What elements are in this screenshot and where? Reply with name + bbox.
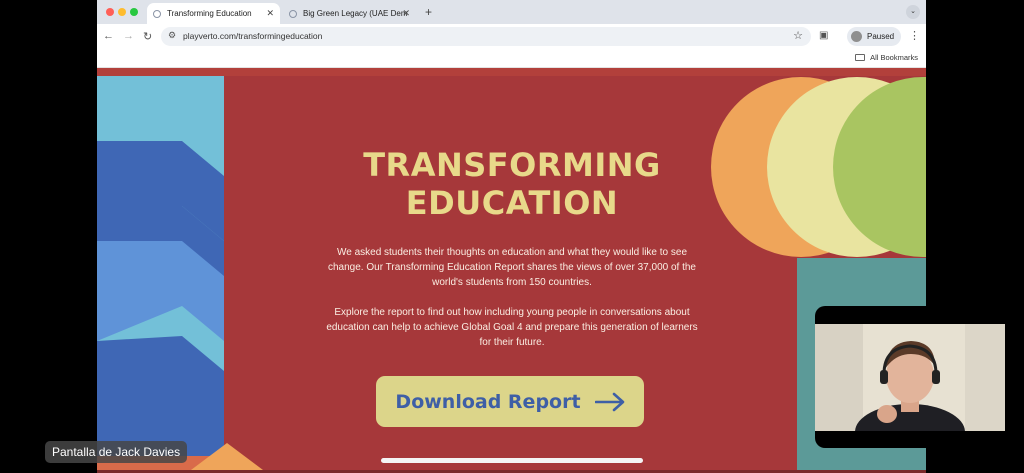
participant-photo bbox=[815, 324, 1005, 431]
reload-icon[interactable]: ↻ bbox=[143, 30, 152, 43]
explore-paragraph: Explore the report to find out how inclu… bbox=[326, 307, 698, 348]
site-info-icon[interactable]: ⚙ bbox=[168, 30, 176, 41]
arrow-right-icon bbox=[594, 392, 624, 411]
close-window-button[interactable] bbox=[106, 8, 114, 16]
avatar bbox=[851, 31, 862, 42]
close-icon[interactable]: ✕ bbox=[402, 8, 410, 19]
top-band bbox=[97, 68, 926, 76]
minimize-window-button[interactable] bbox=[118, 8, 126, 16]
chevron-pattern-graphic bbox=[97, 141, 224, 473]
chevron-down-icon[interactable]: ⌄ bbox=[906, 5, 920, 19]
all-bookmarks-button[interactable]: All Bookmarks bbox=[855, 53, 918, 62]
profile-button[interactable]: Paused bbox=[847, 27, 901, 46]
zoom-window-button[interactable] bbox=[130, 8, 138, 16]
all-bookmarks-label: All Bookmarks bbox=[870, 53, 918, 62]
profile-status: Paused bbox=[867, 32, 895, 41]
tab-label: Big Green Legacy (UAE Dem bbox=[303, 9, 408, 18]
close-icon[interactable]: ✕ bbox=[266, 8, 274, 19]
tab-big-green-legacy[interactable]: Big Green Legacy (UAE Dem ✕ bbox=[283, 3, 416, 24]
new-tab-button[interactable]: + bbox=[425, 5, 432, 19]
globe-icon bbox=[153, 9, 161, 18]
title-line-1: TRANSFORMING bbox=[363, 146, 661, 184]
star-icon[interactable]: ☆ bbox=[793, 29, 803, 42]
page-title: TRANSFORMING EDUCATION bbox=[292, 146, 732, 222]
bookmarks-bar: All Bookmarks bbox=[97, 49, 926, 68]
intro-paragraph: We asked students their thoughts on educ… bbox=[328, 247, 696, 288]
tab-transforming-education[interactable]: Transforming Education ✕ bbox=[147, 3, 280, 24]
download-report-label: Download Report bbox=[395, 390, 581, 413]
url-text[interactable]: playverto.com/transformingeducation bbox=[183, 31, 322, 41]
tab-label: Transforming Education bbox=[167, 9, 252, 18]
decorative-arrow-panel bbox=[97, 76, 224, 473]
decorative-corner-graphic bbox=[187, 443, 267, 473]
browser-window: Transforming Education ✕ Big Green Legac… bbox=[97, 0, 926, 473]
globe-icon bbox=[289, 9, 297, 18]
screen-share-label: Pantalla de Jack Davies bbox=[45, 441, 188, 463]
participant-video-feed bbox=[815, 324, 1005, 431]
address-bar: ← → ↻ ⚙ playverto.com/transformingeducat… bbox=[97, 24, 926, 49]
horizontal-scrollbar[interactable] bbox=[381, 458, 643, 463]
url-field[interactable]: ⚙ playverto.com/transformingeducation ☆ bbox=[161, 27, 811, 46]
page-content: TRANSFORMING EDUCATION We asked students… bbox=[97, 68, 926, 473]
tab-bar: Transforming Education ✕ Big Green Legac… bbox=[97, 0, 926, 24]
forward-icon[interactable]: → bbox=[123, 30, 134, 42]
title-line-2: EDUCATION bbox=[405, 184, 619, 222]
download-report-button[interactable]: Download Report bbox=[376, 376, 644, 427]
back-icon[interactable]: ← bbox=[103, 30, 114, 42]
folder-icon bbox=[855, 54, 866, 61]
participant-video-tile[interactable] bbox=[815, 306, 1024, 448]
meeting-stage: Transforming Education ✕ Big Green Legac… bbox=[0, 0, 1024, 473]
kebab-menu-icon[interactable]: ⋮ bbox=[909, 29, 920, 42]
extensions-icon[interactable]: ▣ bbox=[819, 30, 828, 41]
